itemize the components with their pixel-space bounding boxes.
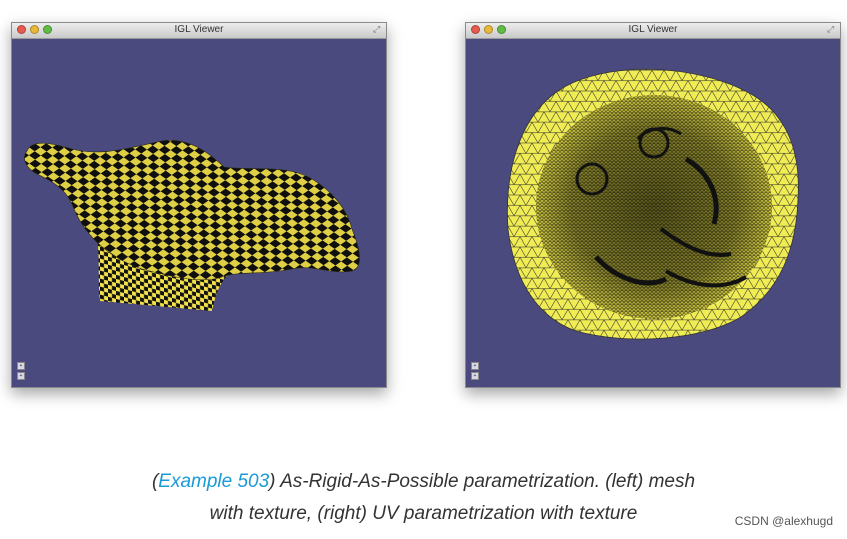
viewport-mini-buttons: + + [17, 362, 25, 380]
window-title: IGL Viewer [174, 24, 224, 35]
uv-parametrization-render [507, 68, 799, 340]
textured-mesh-render [24, 140, 360, 311]
example-link[interactable]: Example 503 [158, 471, 269, 492]
viewer-window-left: IGL Viewer ⤢ + + [11, 22, 387, 388]
title-bar[interactable]: IGL Viewer ⤢ [466, 23, 840, 39]
expand-icon[interactable]: + [17, 372, 25, 380]
title-bar[interactable]: IGL Viewer ⤢ [12, 23, 386, 39]
expand-icon[interactable]: + [471, 372, 479, 380]
expand-icon[interactable]: + [471, 362, 479, 370]
viewer-window-right: IGL Viewer ⤢ + + [465, 22, 841, 388]
figure-caption: (Example 503) As-Rigid-As-Possible param… [0, 466, 847, 530]
viewport-3d[interactable]: + + [12, 39, 386, 387]
resize-icon[interactable]: ⤢ [373, 25, 382, 34]
expand-icon[interactable]: + [17, 362, 25, 370]
viewport-3d[interactable]: + + [466, 39, 840, 387]
caption-line-1-text: ) As-Rigid-As-Possible parametrization. … [269, 471, 696, 492]
resize-icon[interactable]: ⤢ [827, 25, 836, 34]
viewport-mini-buttons: + + [471, 362, 479, 380]
watermark: CSDN @alexhugd [734, 514, 833, 528]
window-title: IGL Viewer [628, 24, 678, 35]
caption-line-1: (Example 503) As-Rigid-As-Possible param… [0, 466, 847, 498]
caption-line-2: with texture, (right) UV parametrization… [209, 503, 638, 524]
